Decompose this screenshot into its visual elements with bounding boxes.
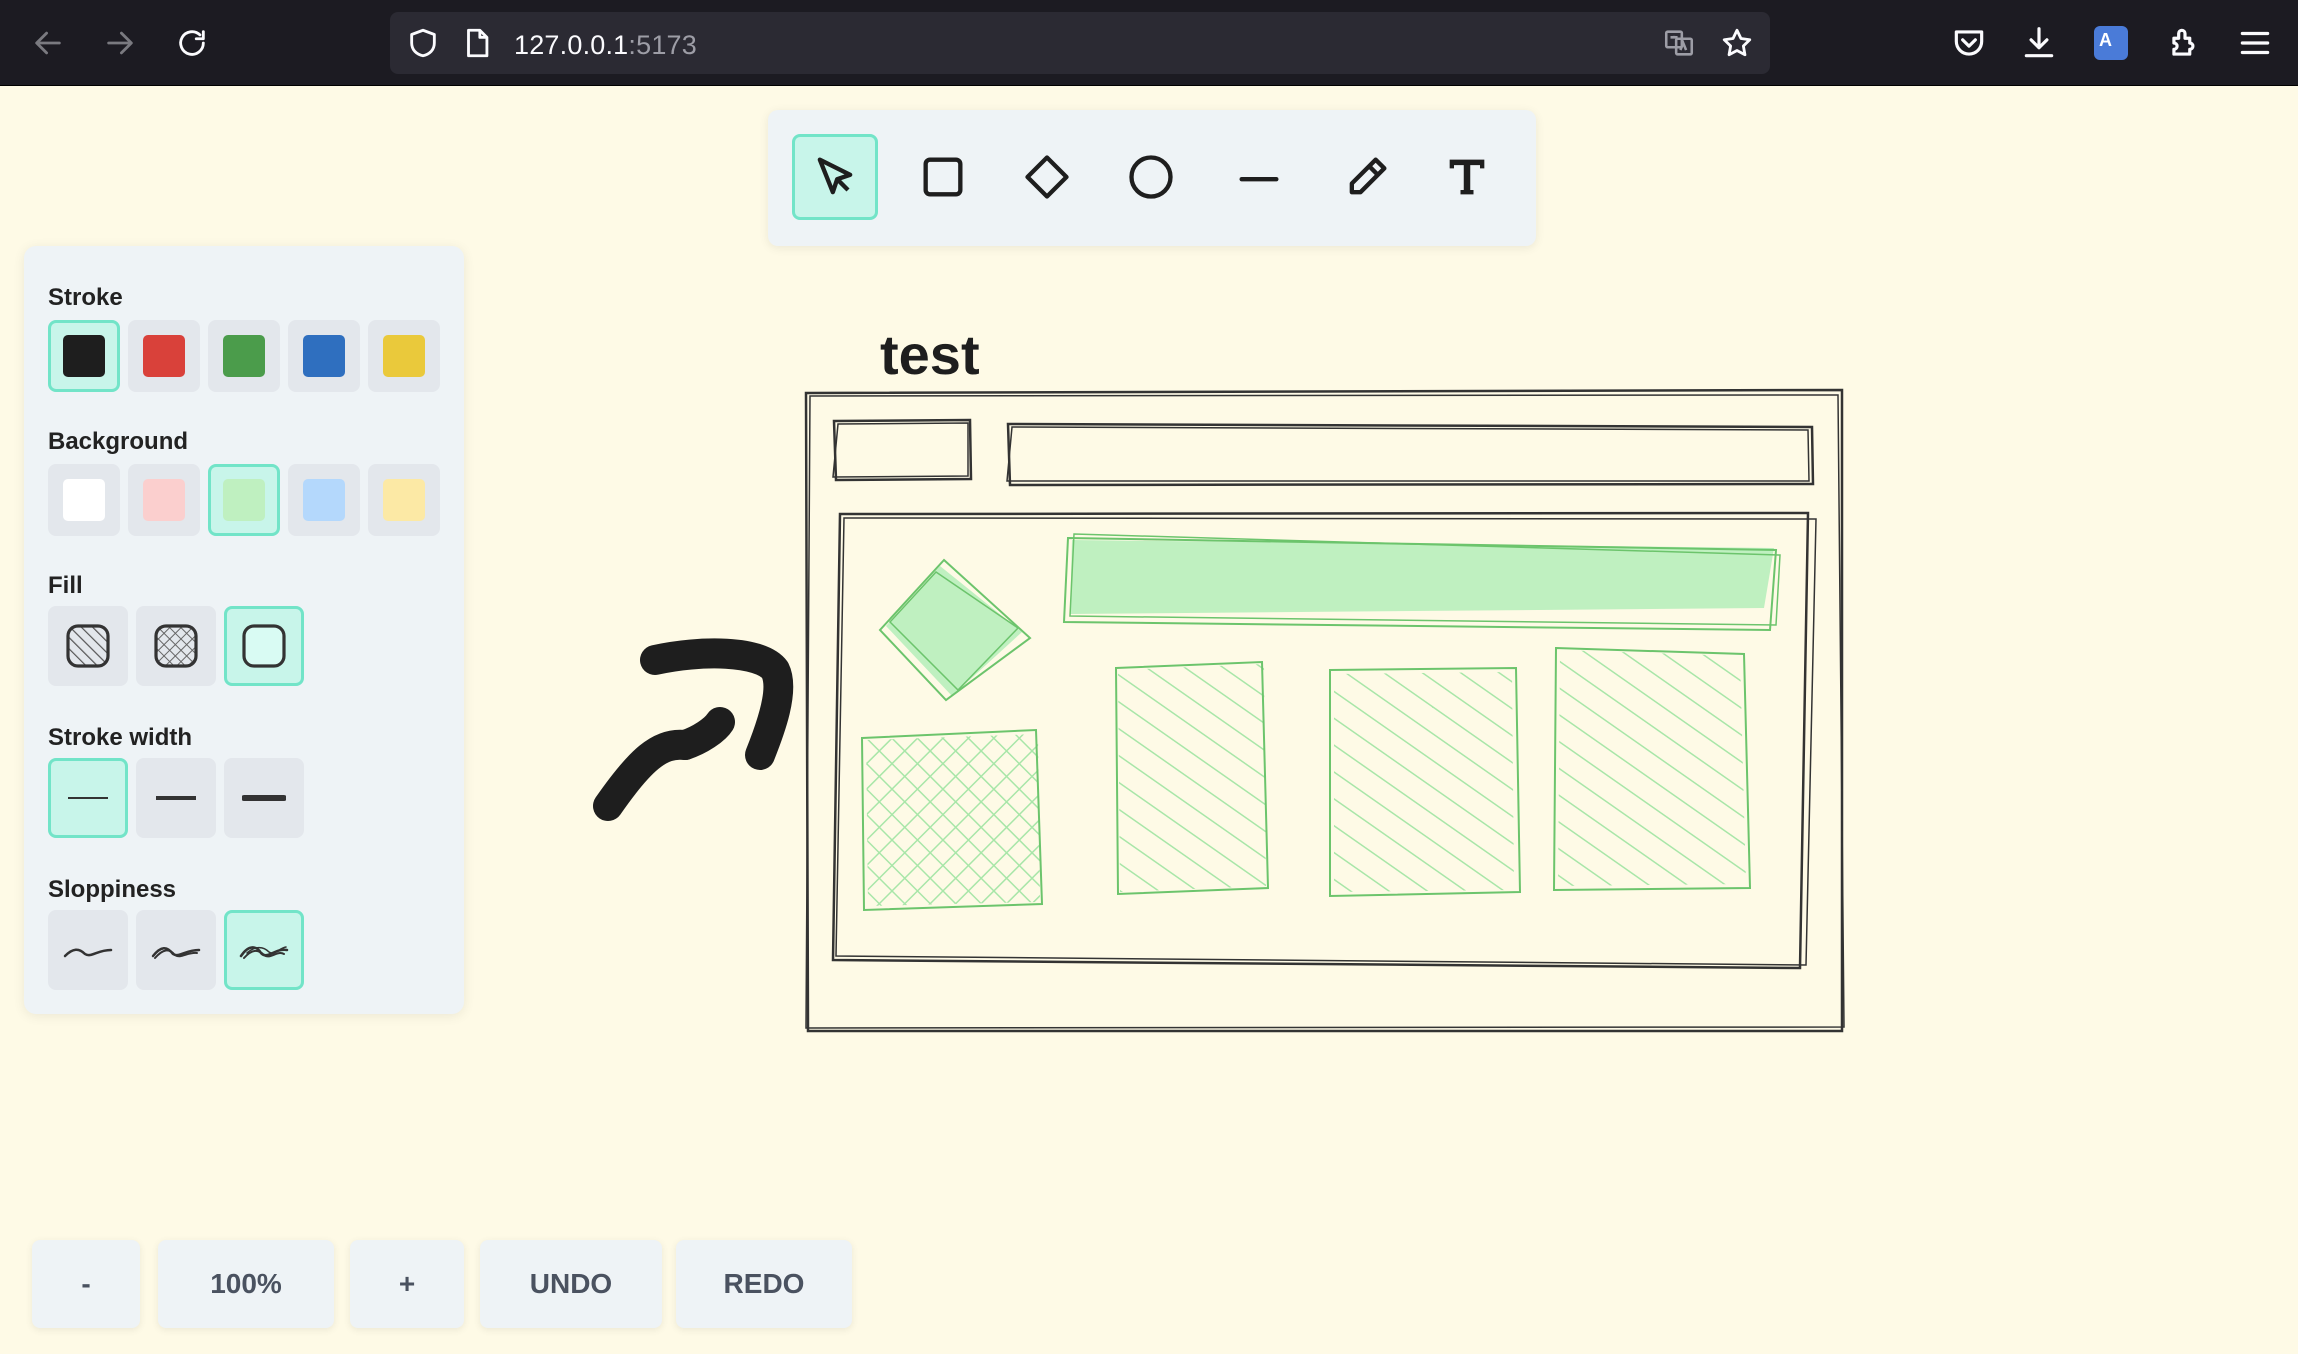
canvas-text-label[interactable]: test: [880, 323, 980, 386]
hatch-box-2[interactable]: [1329, 666, 1522, 898]
header-box-wide[interactable]: [1006, 422, 1815, 487]
sloppiness-architect-button[interactable]: [48, 910, 128, 990]
extra-bold-line-icon: [242, 795, 286, 801]
background-color-blue[interactable]: [288, 464, 360, 536]
tool-rectangle[interactable]: [900, 134, 986, 220]
translate-icon[interactable]: [1662, 26, 1696, 60]
zoom-out-button[interactable]: -: [32, 1240, 140, 1328]
sloppiness-cartoonist-button[interactable]: [224, 910, 304, 990]
crosshatch-box[interactable]: [860, 728, 1044, 912]
background-color-yellow[interactable]: [368, 464, 440, 536]
stroke-width-label: Stroke width: [48, 724, 193, 751]
hatch-box-1[interactable]: [1114, 660, 1270, 896]
artist-line-icon: [151, 947, 201, 959]
arrow-left-icon: [35, 31, 61, 55]
diamond-icon: [1025, 155, 1069, 199]
forward-button[interactable]: [94, 20, 146, 66]
stroke-color-red[interactable]: [128, 320, 200, 392]
pocket-icon[interactable]: [1950, 24, 1988, 62]
stroke-width-extra-bold-button[interactable]: [224, 758, 304, 838]
zoom-in-button[interactable]: +: [350, 1240, 464, 1328]
sloppiness-label: Sloppiness: [48, 876, 177, 903]
stroke-color-blue[interactable]: [288, 320, 360, 392]
bold-line-icon: [156, 796, 196, 800]
background-color-green[interactable]: [208, 464, 280, 536]
banner-shape[interactable]: [1062, 533, 1781, 632]
redo-button[interactable]: REDO: [676, 1240, 852, 1328]
text-icon: [1449, 159, 1485, 195]
line-icon: [1239, 177, 1279, 182]
stroke-color-black[interactable]: [48, 320, 120, 392]
zoom-level-button[interactable]: 100%: [158, 1240, 334, 1328]
header-box-small[interactable]: [832, 418, 973, 482]
background-color-white[interactable]: [48, 464, 120, 536]
tool-diamond[interactable]: [1004, 134, 1090, 220]
background-label: Background: [48, 428, 189, 455]
stroke-width-thin-button[interactable]: [48, 758, 128, 838]
arrow-right-icon: [107, 31, 133, 55]
url-text: 127.0.0.1:5173: [514, 30, 697, 61]
hachure-fill-icon: [66, 624, 110, 668]
tool-pencil[interactable]: [1324, 134, 1410, 220]
reload-icon: [179, 30, 205, 56]
bookmark-star-icon[interactable]: [1720, 26, 1754, 60]
browser-toolbar: 127.0.0.1:5173 A: [0, 0, 2298, 86]
square-icon: [923, 157, 963, 197]
url-bar[interactable]: 127.0.0.1:5173: [390, 12, 1770, 74]
diamond-shape[interactable]: [878, 558, 1032, 702]
shield-icon[interactable]: [406, 26, 440, 60]
download-icon[interactable]: [2020, 24, 2058, 62]
fill-crosshatch-button[interactable]: [136, 606, 216, 686]
fill-label: Fill: [48, 572, 83, 599]
thin-line-icon: [68, 797, 108, 799]
sloppiness-artist-button[interactable]: [136, 910, 216, 990]
solid-fill-icon: [242, 624, 286, 668]
cartoonist-line-icon: [239, 946, 289, 959]
url-host: 127.0.0.1: [514, 30, 629, 60]
stroke-width-bold-button[interactable]: [136, 758, 216, 838]
stroke-label: Stroke: [48, 284, 123, 311]
shape-toolbar: [768, 110, 1536, 246]
menu-icon[interactable]: [2236, 24, 2274, 62]
tool-ellipse[interactable]: [1108, 134, 1194, 220]
undo-button[interactable]: UNDO: [480, 1240, 662, 1328]
properties-panel: Stroke Background Fill Stroke width Slop…: [24, 246, 464, 1014]
tool-text[interactable]: [1424, 134, 1510, 220]
back-button[interactable]: [22, 20, 74, 66]
tool-line[interactable]: [1216, 134, 1302, 220]
hatch-box-3[interactable]: [1552, 646, 1752, 892]
fill-hachure-button[interactable]: [48, 606, 128, 686]
stroke-color-yellow[interactable]: [368, 320, 440, 392]
background-color-pink[interactable]: [128, 464, 200, 536]
pencil-icon: [1349, 157, 1387, 195]
url-port: :5173: [628, 30, 697, 60]
translate-extension-icon[interactable]: A: [2094, 26, 2128, 60]
page-icon: [467, 28, 489, 58]
stroke-color-green[interactable]: [208, 320, 280, 392]
tool-select[interactable]: [792, 134, 878, 220]
architect-line-icon: [63, 948, 113, 958]
crosshatch-fill-icon: [154, 624, 198, 668]
circle-icon: [1129, 155, 1173, 199]
reload-button[interactable]: [166, 20, 218, 66]
cursor-icon: [817, 157, 853, 195]
extensions-icon[interactable]: [2166, 24, 2204, 62]
fill-solid-button[interactable]: [224, 606, 304, 686]
